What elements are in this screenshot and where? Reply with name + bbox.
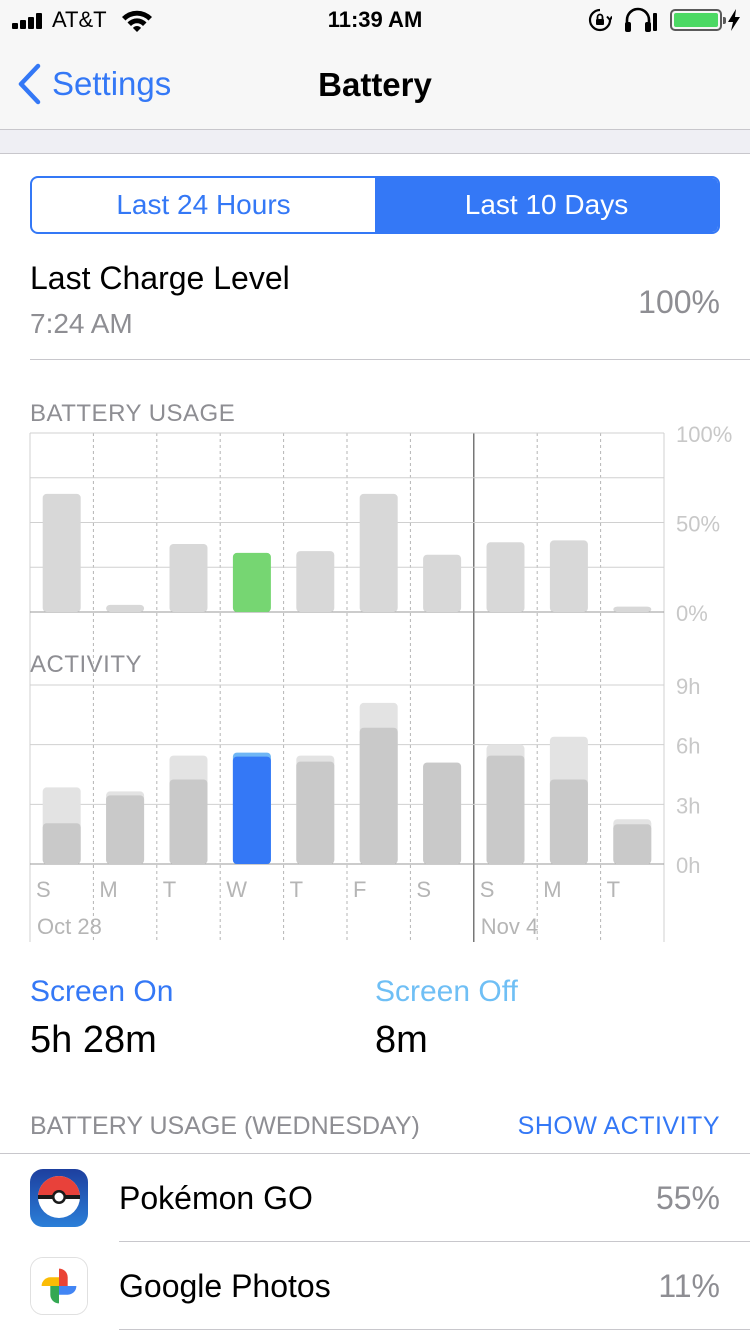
last-charge-value: 100% xyxy=(638,284,720,320)
battery-icon xyxy=(670,9,726,31)
activity-screen-on-bar xyxy=(106,795,145,864)
battery-usage-bar xyxy=(169,543,208,612)
page-title: Battery xyxy=(318,66,432,103)
status-bar: AT&T 11:39 AM xyxy=(0,0,750,40)
battery-usage-bar xyxy=(486,542,525,612)
time-range-segmented-control: Last 24 Hours Last 10 Days xyxy=(30,176,720,234)
date-label: Oct 28 xyxy=(37,914,102,939)
battery-usage-bar xyxy=(106,604,145,612)
charging-bolt-icon xyxy=(728,9,740,31)
show-activity-button[interactable]: SHOW ACTIVITY xyxy=(518,1112,720,1141)
activity-y-tick: 6h xyxy=(676,734,700,759)
battery-usage-y-tick: 100% xyxy=(676,422,732,447)
screen-on-stat: Screen On 5h 28m xyxy=(30,975,173,1062)
activity-screen-on-bar xyxy=(613,824,652,864)
last-charge-label: Last Charge Level xyxy=(30,260,290,296)
activity-y-tick: 3h xyxy=(676,793,700,818)
app-name: Google Photos xyxy=(119,1268,331,1304)
day-label: T xyxy=(290,877,303,902)
last-charge-time: 7:24 AM xyxy=(30,308,133,339)
divider xyxy=(30,359,750,360)
battery-usage-y-tick: 0% xyxy=(676,601,708,626)
battery-usage-bar xyxy=(232,552,271,612)
app-percent: 55% xyxy=(655,1180,720,1216)
activity-screen-on-bar xyxy=(549,779,588,864)
day-label: S xyxy=(416,877,431,902)
headphones-icon xyxy=(625,7,657,32)
battery-usage-bar xyxy=(549,540,588,612)
activity-screen-on-bar xyxy=(486,755,525,864)
navigation-bar: Settings Battery xyxy=(0,40,750,130)
battery-usage-bar xyxy=(613,606,652,612)
app-percent: 11% xyxy=(658,1268,720,1304)
battery-usage-bar xyxy=(42,493,81,612)
screen-on-label: Screen On xyxy=(30,975,174,1008)
activity-screen-on-bar xyxy=(232,756,271,864)
activity-screen-on-bar xyxy=(169,779,208,864)
day-label: S xyxy=(36,877,51,902)
day-label: T xyxy=(607,877,620,902)
app-row-google-photos[interactable]: Google Photos 11% xyxy=(0,1242,750,1330)
pokeball-icon xyxy=(30,1169,88,1227)
day-label: S xyxy=(480,877,495,902)
activity-screen-on-bar xyxy=(423,762,462,864)
activity-screen-on-bar xyxy=(296,761,335,864)
divider xyxy=(119,1329,750,1330)
screen-off-label: Screen Off xyxy=(375,975,518,1008)
date-label: Nov 4 xyxy=(481,914,538,939)
activity-y-tick: 0h xyxy=(676,853,700,878)
orientation-lock-icon xyxy=(588,8,612,32)
screen-off-stat: Screen Off 8m xyxy=(375,975,518,1062)
segment-last-24-hours[interactable]: Last 24 Hours xyxy=(32,178,375,232)
app-name: Pokémon GO xyxy=(119,1180,313,1216)
day-label: M xyxy=(99,877,117,902)
day-label: M xyxy=(543,877,561,902)
day-label: F xyxy=(353,877,366,902)
screen-off-value: 8m xyxy=(375,1019,428,1061)
battery-usage-bar xyxy=(423,554,462,612)
last-charge-row: Last Charge Level 7:24 AM 100% xyxy=(30,258,720,344)
day-label: W xyxy=(226,877,247,902)
day-label: T xyxy=(163,877,176,902)
battery-usage-bar xyxy=(359,493,398,612)
battery-usage-y-tick: 50% xyxy=(676,512,720,537)
battery-charts: 100% 50% 0% 0h 3h 6h 9h S M T W T F S S M T Oct 28 Nov 4 xyxy=(29,422,732,942)
battery-settings-screen: AT&T 11:39 AM Settings Battery Last 24 H… xyxy=(0,0,750,1334)
activity-y-tick: 9h xyxy=(676,674,700,699)
screen-on-value: 5h 28m xyxy=(30,1019,157,1061)
segment-last-10-days[interactable]: Last 10 Days xyxy=(375,178,718,232)
section-separator xyxy=(0,130,750,154)
google-photos-pinwheel-icon xyxy=(30,1257,88,1315)
activity-screen-on-bar xyxy=(359,727,398,864)
battery-usage-bar xyxy=(296,551,335,612)
app-row-pokemon-go[interactable]: Pokémon GO 55% xyxy=(0,1154,750,1242)
activity-screen-on-bar xyxy=(42,823,81,864)
